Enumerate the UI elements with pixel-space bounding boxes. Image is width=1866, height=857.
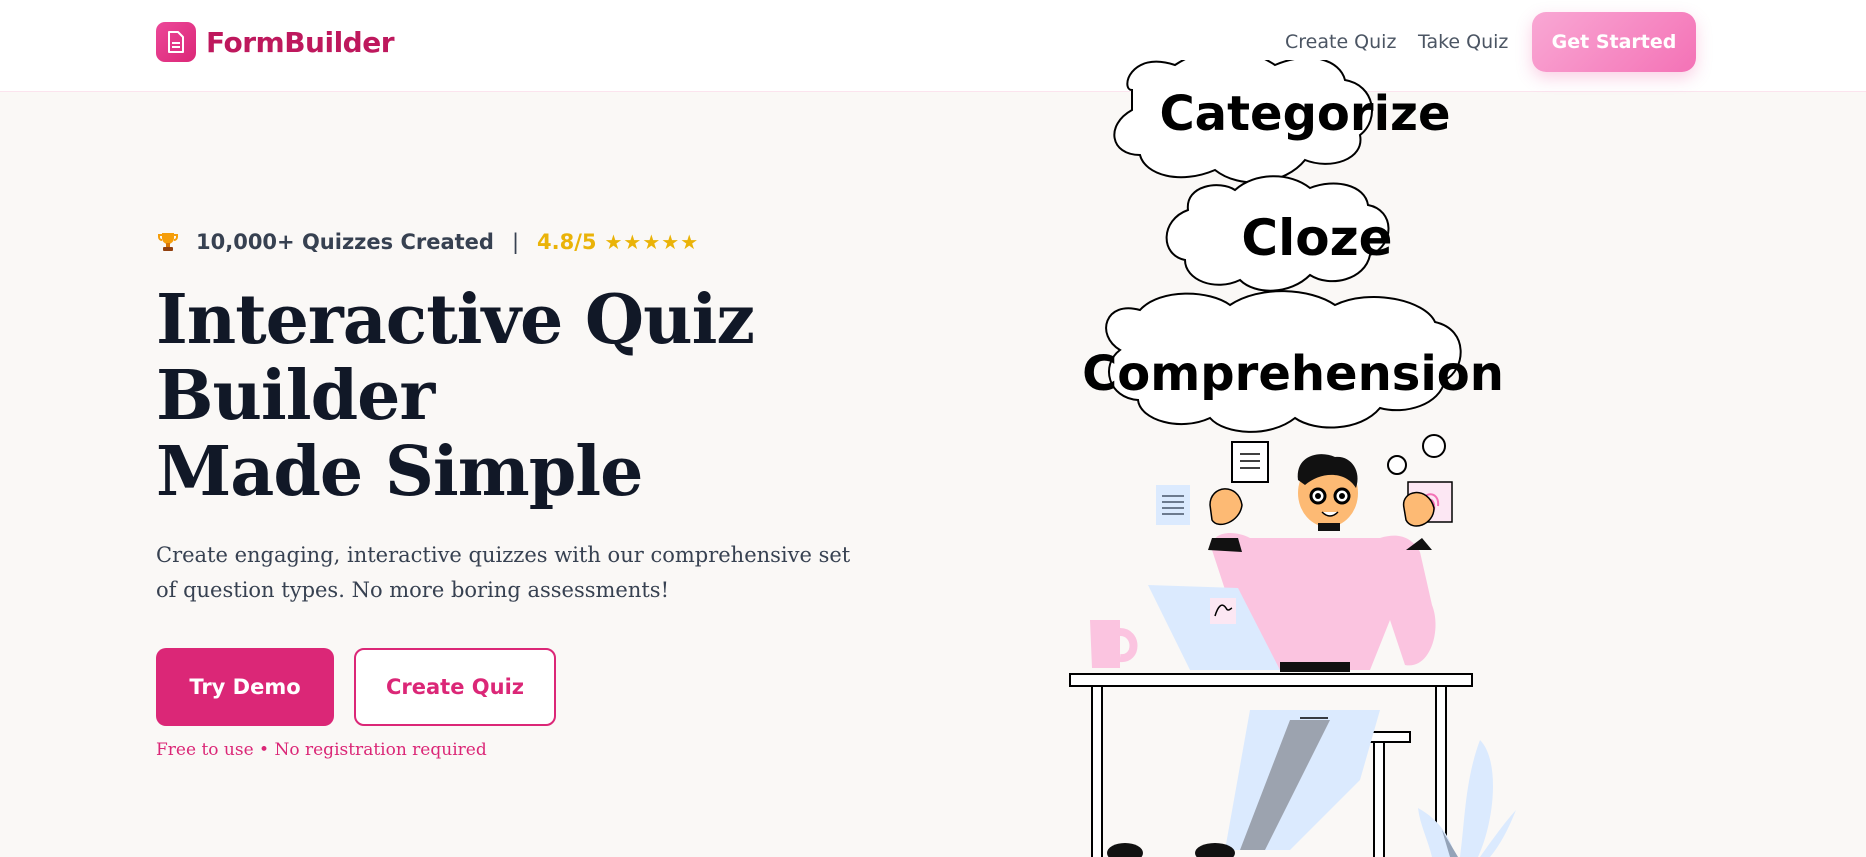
hero-title-line: Interactive Quiz [156, 280, 755, 360]
thought-bubble-comprehension: Comprehension [1082, 290, 1504, 433]
document-icon [156, 22, 196, 62]
create-quiz-button[interactable]: Create Quiz [354, 648, 556, 726]
hero-subtitle: Create engaging, interactive quizzes wit… [156, 543, 851, 602]
brand[interactable]: FormBuilder [156, 22, 395, 62]
bubble-label: Categorize [1159, 86, 1450, 142]
hero-title-line: Made Simple [156, 432, 643, 512]
thought-dot [1422, 434, 1446, 458]
rating-value: 4.8/5 [537, 230, 597, 254]
stats-bar: 10,000+ Quizzes Created | 4.8/5 ★★★★★ [156, 230, 699, 254]
desk-illustration [1069, 673, 1473, 857]
bubble-label: Comprehension [1082, 346, 1504, 402]
nav-take-quiz[interactable]: Take Quiz [1418, 31, 1508, 53]
try-demo-button[interactable]: Try Demo [156, 648, 334, 726]
hero-illustration: Categorize Cloze Comprehension [1069, 60, 1516, 857]
document-icon [1231, 441, 1269, 483]
top-navbar: FormBuilder Create Quiz Take Quiz Get St… [0, 0, 1866, 92]
note-icon [1156, 485, 1190, 525]
rating-stars: ★★★★★ [604, 230, 700, 254]
thought-bubble-categorize: Categorize [1113, 60, 1451, 184]
free-note: Free to use • No registration required [156, 740, 487, 760]
thought-dot [1387, 455, 1407, 475]
stat-separator: | [511, 230, 520, 254]
hero-title: Interactive Quiz Builder Made Simple [156, 280, 755, 512]
brand-name: FormBuilder [206, 25, 395, 59]
person-illustration [1090, 454, 1436, 672]
quizzes-created-stat: 10,000+ Quizzes Created [196, 230, 494, 254]
nav-create-quiz[interactable]: Create Quiz [1285, 31, 1396, 53]
plant-illustration [1418, 740, 1516, 857]
bubble-label: Cloze [1241, 209, 1392, 267]
thought-bubble-cloze: Cloze [1165, 175, 1393, 292]
trophy-icon [158, 233, 178, 251]
hero-title-line: Builder [156, 356, 435, 436]
